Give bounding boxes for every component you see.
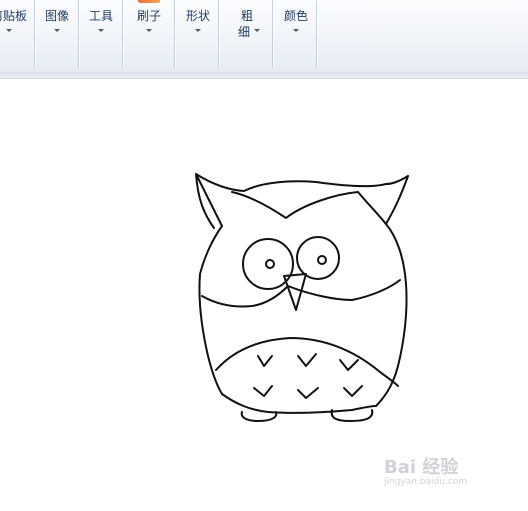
chevron-down-icon[interactable] bbox=[54, 29, 60, 32]
watermark-text: Bai 经验 bbox=[384, 457, 459, 478]
ribbon-toolbar: 剪贴板 图像 工具 刷子 形状 粗 细 颜色 bbox=[0, 0, 528, 73]
owl-feather bbox=[343, 385, 363, 397]
owl-feather bbox=[297, 387, 319, 399]
owl-feather bbox=[253, 385, 273, 397]
tools-label: 工具 bbox=[88, 9, 113, 23]
brushes-group[interactable]: 刷子 bbox=[124, 0, 175, 68]
chevron-down-icon[interactable] bbox=[146, 29, 152, 32]
chevron-down-icon[interactable] bbox=[293, 29, 299, 32]
owl-left-pupil bbox=[265, 259, 275, 269]
owl-feather bbox=[257, 355, 273, 367]
brushes-label: 刷子 bbox=[136, 9, 161, 23]
owl-head-top bbox=[195, 173, 409, 192]
owl-bottom bbox=[221, 393, 377, 414]
owl-feather bbox=[297, 353, 317, 367]
clipboard-group[interactable]: 剪贴板 bbox=[0, 0, 35, 68]
shapes-group[interactable]: 形状 bbox=[178, 0, 219, 68]
image-label: 图像 bbox=[44, 9, 69, 23]
brush-icon bbox=[138, 0, 160, 3]
owl-belly-arc bbox=[215, 337, 399, 387]
size-label-bottom: 细 bbox=[237, 25, 250, 39]
ribbon-divider bbox=[0, 72, 528, 79]
chevron-down-icon[interactable] bbox=[254, 29, 260, 32]
watermark-url: jingyan.baidu.com bbox=[384, 477, 468, 487]
size-label-top: 粗 bbox=[240, 9, 253, 23]
chevron-down-icon[interactable] bbox=[195, 29, 201, 32]
owl-right-pupil bbox=[317, 255, 327, 265]
clipboard-label: 剪贴板 bbox=[0, 9, 27, 23]
owl-drawing bbox=[195, 173, 409, 422]
drawing-canvas[interactable]: Bai 经验 jingyan.baidu.com bbox=[0, 79, 528, 507]
watermark: Bai 经验 jingyan.baidu.com bbox=[384, 453, 504, 493]
image-group[interactable]: 图像 bbox=[36, 0, 79, 68]
owl-feather bbox=[339, 359, 359, 371]
owl-body-left bbox=[198, 225, 223, 395]
chevron-down-icon[interactable] bbox=[98, 29, 104, 32]
chevron-down-icon[interactable] bbox=[6, 29, 12, 32]
tools-group[interactable]: 工具 bbox=[80, 0, 123, 68]
size-group[interactable]: 粗 细 bbox=[222, 0, 273, 68]
shapes-label: 形状 bbox=[185, 9, 210, 23]
colors-label: 颜色 bbox=[283, 9, 308, 23]
owl-left-foot bbox=[240, 411, 278, 422]
owl-body-right bbox=[375, 223, 408, 407]
colors-group[interactable]: 颜色 bbox=[276, 0, 317, 68]
